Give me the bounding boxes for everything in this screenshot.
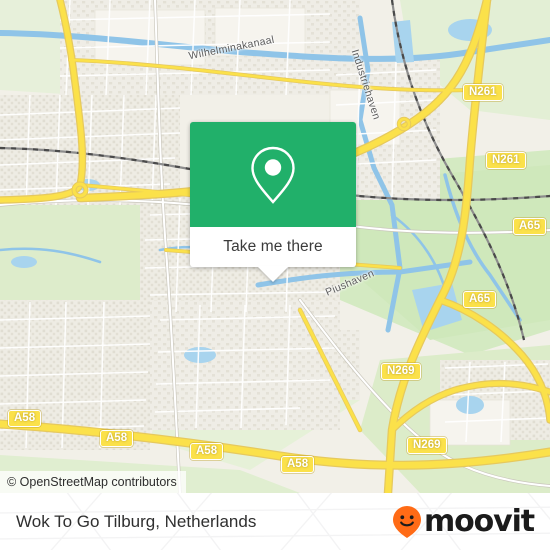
road-shield: A58 (8, 410, 42, 428)
road-shield: A58 (100, 430, 134, 448)
moovit-logo[interactable]: moovit (392, 503, 535, 539)
road-shield: N261 (486, 152, 526, 170)
road-shield: A65 (463, 291, 497, 309)
moovit-wordmark: moovit (423, 503, 535, 539)
road-shield: A65 (513, 218, 547, 236)
callout-tail (257, 266, 289, 282)
take-me-there-label: Take me there (223, 238, 323, 255)
place-callout-card[interactable]: Take me there (190, 122, 356, 282)
road-shield: A58 (281, 456, 315, 474)
road-shield: N269 (381, 363, 421, 381)
road-shield: A58 (190, 443, 224, 461)
callout-pin-area (190, 122, 356, 227)
road-shield: N261 (463, 84, 503, 102)
location-pin-icon (251, 146, 295, 204)
take-me-there-button[interactable]: Take me there (190, 227, 356, 282)
moovit-smiley-pin-icon (392, 505, 421, 538)
place-title: Wok To Go Tilburg, Netherlands (16, 511, 257, 531)
footer-bar: Wok To Go Tilburg, Netherlands moovit (0, 493, 550, 550)
road-shield: N269 (407, 437, 447, 455)
osm-attribution[interactable]: © OpenStreetMap contributors (0, 471, 186, 493)
map-viewport[interactable]: N261 N261 A65 A65 N269 N269 A58 A58 A58 … (0, 0, 550, 493)
moovit-place-map-screen: N261 N261 A65 A65 N269 N269 A58 A58 A58 … (0, 0, 550, 550)
